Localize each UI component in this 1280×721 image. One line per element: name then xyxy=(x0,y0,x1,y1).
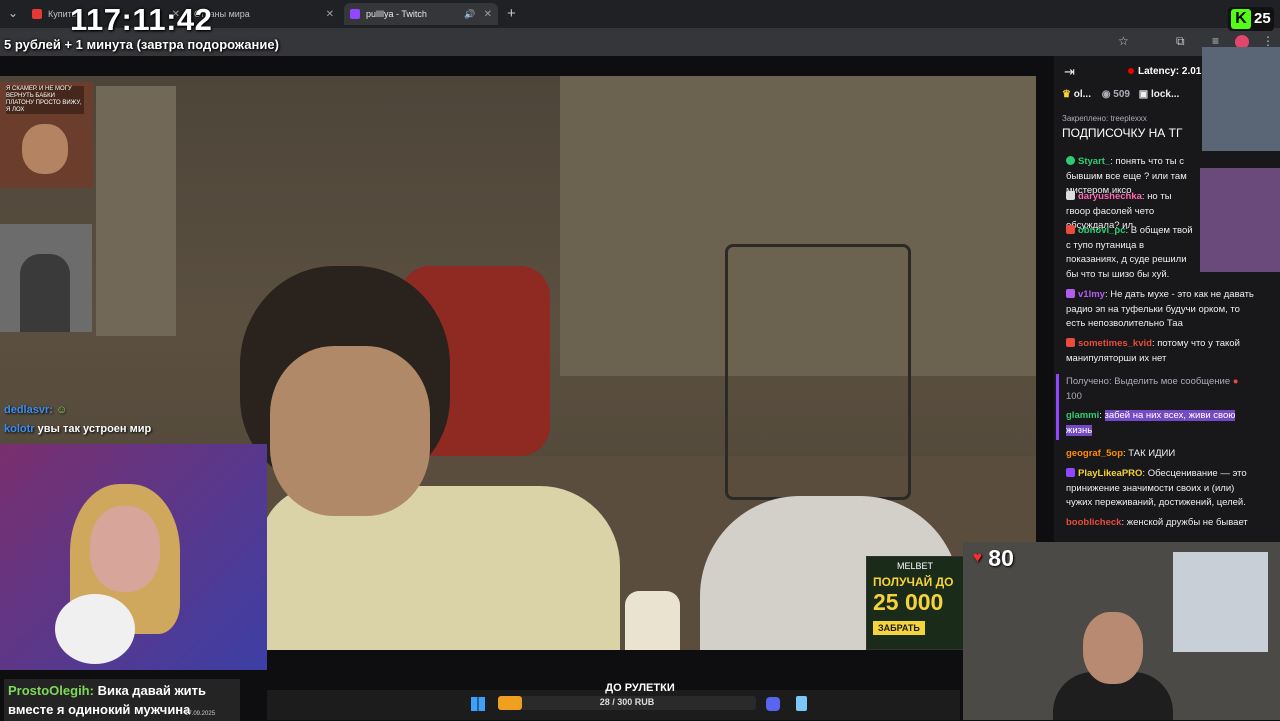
kick-logo-icon: K xyxy=(1231,9,1251,29)
ad-cta-button[interactable]: ЗАБРАТЬ xyxy=(873,621,925,635)
overlay-chat-line-1: dedlasvr: ☺ xyxy=(4,404,67,416)
chat-message[interactable]: v1lmy: Не дать мухе - это как не давать … xyxy=(1066,288,1256,332)
guest-face xyxy=(22,124,68,174)
chat-message-highlighted[interactable]: glammi: забей на них всех, живи свою жиз… xyxy=(1066,409,1256,438)
discord-icon[interactable] xyxy=(766,697,780,711)
emote-icon: ☺ xyxy=(55,404,68,416)
cam-face xyxy=(1083,612,1143,684)
windows-start-icon[interactable] xyxy=(471,697,485,711)
subathon-timer: 117:11:42 xyxy=(70,2,213,37)
kick-badge: K 25 xyxy=(1228,7,1274,31)
redeem-title: Получено: Выделить мое сообщение xyxy=(1066,376,1231,387)
eye-icon: ◉ xyxy=(1101,89,1111,100)
driver-cam xyxy=(1202,47,1280,151)
twitch-favicon-icon xyxy=(350,9,360,19)
new-tab-button[interactable]: + xyxy=(507,5,516,22)
background-door xyxy=(96,86,176,336)
pinned-text: ПОДПИСОЧКУ НА ТГ xyxy=(1062,126,1183,140)
crown-icon: ♛ xyxy=(1062,89,1071,100)
channel1-name: ol... xyxy=(1073,89,1091,100)
chat-message[interactable]: PlayLikeaPRO: Обесценивание — это приниж… xyxy=(1066,467,1256,511)
youtube-favicon-icon xyxy=(32,9,42,19)
female-cam xyxy=(0,444,267,670)
chat-message[interactable]: obnovi_pc: В общем твой с тупо путаница … xyxy=(1066,224,1194,282)
chat-user: geograf_5op xyxy=(1066,448,1124,459)
chat-user: kolotr xyxy=(4,423,35,435)
redemption-message[interactable]: Получено: Выделить мое сообщение ● 100 xyxy=(1066,375,1256,404)
viewer-number: 80 xyxy=(988,545,1014,571)
collapse-chat-icon[interactable]: ⇥ xyxy=(1064,64,1075,80)
chat-user: glammi xyxy=(1066,410,1100,421)
guest-body xyxy=(20,254,70,332)
roulette-progress-text: 28 / 300 RUB xyxy=(599,697,655,707)
media-icon[interactable]: ≡ xyxy=(1212,34,1219,48)
close-tab-icon[interactable]: ✕ xyxy=(326,9,334,20)
cam-window xyxy=(1173,552,1268,652)
chat-user: Styart_ xyxy=(1078,156,1111,167)
redeem-cost: 100 xyxy=(1066,390,1082,402)
points-icon: ● xyxy=(1232,376,1239,387)
badge-icon xyxy=(1066,468,1075,477)
chat-user: dedlasvr: xyxy=(4,404,53,416)
lamp-shape xyxy=(625,591,680,650)
notepad-icon[interactable] xyxy=(796,696,807,711)
cam-face xyxy=(90,506,160,592)
chat-user: ProstoOlegih: xyxy=(8,683,94,698)
timer-subtitle: 5 рублей + 1 минута (завтра подорожание) xyxy=(4,37,279,52)
streamer-face xyxy=(270,346,430,516)
pinned-by: Закреплено: treeplexxx xyxy=(1062,114,1147,123)
chat-text: увы так устроен мир xyxy=(37,423,152,435)
betting-ad-banner[interactable]: MELBET ПОЛУЧАЙ ДО 25 000 ЗАБРАТЬ xyxy=(866,556,964,650)
clapper-icon: ▣ xyxy=(1138,89,1149,100)
photo-overlay xyxy=(1200,168,1280,272)
chat-text: женской дружбы не бывает xyxy=(1126,517,1248,528)
roulette-label: ДО РУЛЕТКИ xyxy=(605,682,675,694)
treadmill-shape xyxy=(725,244,911,500)
pinned-message[interactable]: Закреплено: treeplexxx ПОДПИСОЧКУ НА ТГ xyxy=(1062,114,1212,152)
viewer-count: ♥ 80 xyxy=(973,545,1014,572)
badge-icon xyxy=(1066,191,1075,200)
chat-message[interactable]: geograf_5op: ТАК ИДИИ xyxy=(1066,447,1256,462)
extension-icon[interactable]: ⧉ xyxy=(1176,34,1185,49)
tab-label: pullllya - Twitch xyxy=(366,9,427,19)
menu-kebab-icon[interactable]: ⋮ xyxy=(1262,34,1274,48)
chat-message[interactable]: sometimes_kvid: потому что у такой манип… xyxy=(1066,337,1256,366)
latency-text: Latency: 2.01s xyxy=(1138,66,1207,77)
bookmark-star-icon[interactable]: ☆ xyxy=(1118,34,1129,48)
latency-indicator: Latency: 2.01s xyxy=(1128,66,1207,77)
badge-icon xyxy=(1066,156,1075,165)
overlay-chat-line-2: kolotr увы так устроен мир xyxy=(4,423,151,435)
chat-user: sometimes_kvid xyxy=(1078,338,1152,349)
heart-icon: ♥ xyxy=(973,549,982,566)
cam-note-text: Я СКАМЕР. И НЕ МОГУ ВЕРНУТЬ БАБКИ ПЛАТОН… xyxy=(6,86,84,114)
guest-cam-2 xyxy=(0,224,92,332)
chat-text-1: Вика давай жить xyxy=(97,683,207,698)
channel-row[interactable]: ♛ ol... ◉ 509 ▣ lock... xyxy=(1062,89,1179,100)
speaker-icon[interactable]: 🔊 xyxy=(464,9,475,20)
ad-line1: ПОЛУЧАЙ ДО xyxy=(873,575,954,589)
ad-brand: MELBET xyxy=(896,561,933,571)
panda-plush xyxy=(55,594,135,664)
ad-amount: 25 000 xyxy=(873,589,944,615)
guest-cam-1: Я СКАМЕР. И НЕ МОГУ ВЕРНУТЬ БАБКИ ПЛАТОН… xyxy=(0,82,93,188)
channel1-viewers: 509 xyxy=(1113,89,1130,100)
chat-user: v1lmy xyxy=(1078,289,1105,300)
close-tab-icon[interactable]: ✕ xyxy=(484,9,492,20)
chat-user: booblicheck xyxy=(1066,517,1122,528)
chat-user: obnovi_pc xyxy=(1078,225,1126,236)
channel2-name: lock... xyxy=(1150,89,1180,100)
kick-count: 25 xyxy=(1254,10,1271,27)
tab-list-chevron[interactable]: ⌄ xyxy=(8,6,18,20)
bottom-date: 17.09.2025 xyxy=(185,711,216,717)
badge-icon xyxy=(1066,289,1075,298)
chat-user: daryushechka xyxy=(1078,191,1142,202)
live-dot-icon xyxy=(1128,68,1134,74)
tab-twitch[interactable]: pullllya - Twitch 🔊 ✕ xyxy=(344,3,498,25)
chat-user: PlayLikeaPRO xyxy=(1078,468,1143,479)
badge-icon xyxy=(1066,225,1075,234)
redemption-bar xyxy=(1056,374,1059,440)
chat-text: ТАК ИДИИ xyxy=(1128,448,1176,459)
badge-icon xyxy=(1066,338,1075,347)
chat-message[interactable]: booblicheck: женской дружбы не бывает xyxy=(1066,516,1256,531)
